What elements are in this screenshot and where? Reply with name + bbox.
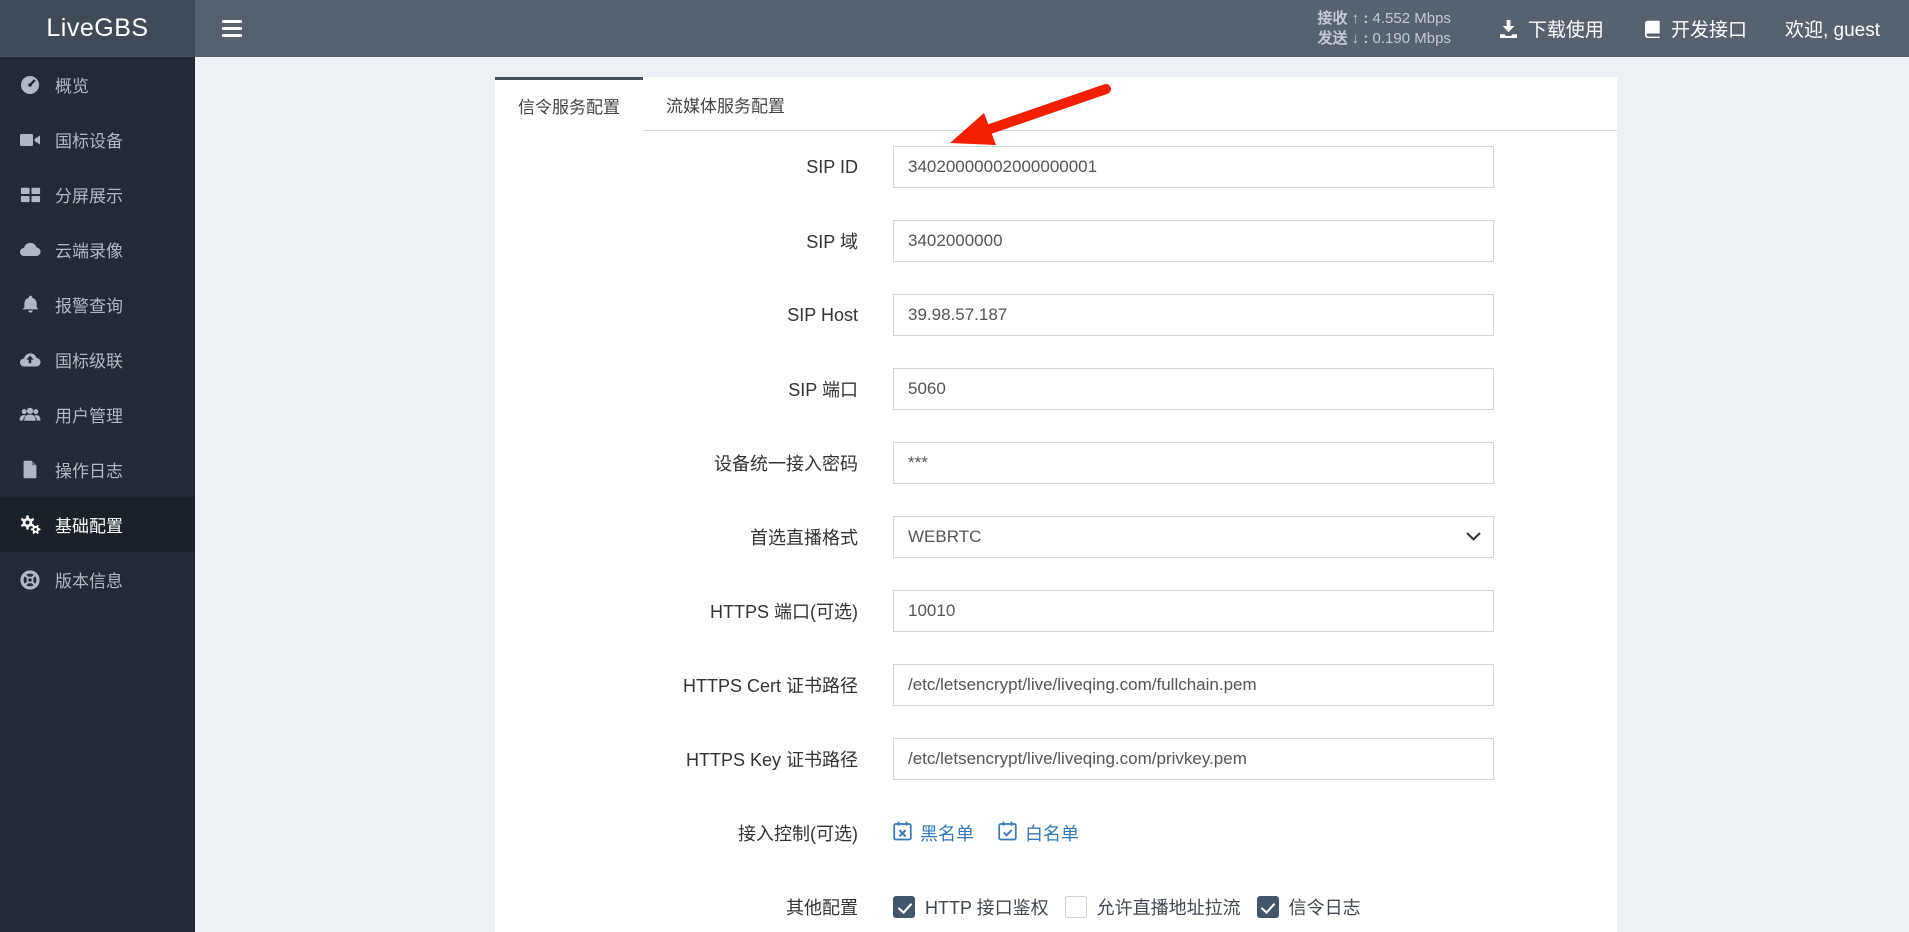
- form-row-sip-port: SIP 端口: [495, 368, 1617, 410]
- form-row-sip-domain: SIP 域: [495, 220, 1617, 262]
- form-row-sip-host: SIP Host: [495, 294, 1617, 336]
- download-rate-label: 发送 ↓ :: [1317, 29, 1369, 47]
- checkbox-label: 信令日志: [1288, 898, 1361, 918]
- upload-rate-value: 4.552 Mbps: [1372, 9, 1451, 27]
- sip-id-input[interactable]: [893, 146, 1494, 188]
- config-tabs: 信令服务配置 流媒体服务配置: [495, 77, 1617, 131]
- app-logo[interactable]: LiveGBS: [0, 0, 195, 57]
- sidebar-item-overview[interactable]: 概览: [0, 57, 195, 112]
- checkbox-group-signaling-log: 信令日志: [1256, 894, 1361, 920]
- sidebar-item-gb-devices[interactable]: 国标设备: [0, 112, 195, 167]
- signaling-log-checkbox[interactable]: [1256, 896, 1279, 918]
- sidebar-item-split-screen[interactable]: 分屏展示: [0, 167, 195, 222]
- api-docs-menu-item[interactable]: 开发接口: [1623, 0, 1766, 57]
- sidebar-item-basic-config[interactable]: 基础配置: [0, 497, 195, 552]
- device-access-password-input[interactable]: [893, 442, 1494, 484]
- sip-domain-input[interactable]: [893, 220, 1494, 262]
- users-icon: [17, 403, 43, 427]
- gears-icon: [17, 513, 43, 537]
- sidebar-menu: 概览 国标设备 分屏展示 云端录像 报警查询 国标级联 用户管理 操作日志 基础…: [0, 57, 195, 932]
- bell-icon: [17, 293, 43, 317]
- field-label: SIP 端口: [788, 380, 858, 400]
- form-row-access-control: 接入控制(可选) 黑名单 白名单: [495, 812, 1617, 854]
- form-row-sip-id: SIP ID: [495, 146, 1617, 188]
- whitelist-link[interactable]: 白名单: [998, 820, 1079, 846]
- sip-port-input[interactable]: [893, 368, 1494, 410]
- user-welcome-menu[interactable]: 欢迎, guest: [1766, 0, 1899, 57]
- field-label: 接入控制(可选): [738, 824, 858, 844]
- field-label: 首选直播格式: [750, 528, 858, 548]
- config-card: 信令服务配置 流媒体服务配置 SIP ID SIP 域 SIP Host SIP…: [495, 77, 1617, 932]
- download-icon: [1498, 18, 1519, 39]
- upload-rate-label: 接收 ↑ :: [1317, 9, 1369, 27]
- sidebar-item-operation-log[interactable]: 操作日志: [0, 442, 195, 497]
- sip-host-input[interactable]: [893, 294, 1494, 336]
- checkbox-label: 允许直播地址拉流: [1096, 898, 1241, 918]
- gauge-icon: [17, 73, 43, 97]
- download-rate-value: 0.190 Mbps: [1372, 29, 1451, 47]
- download-menu-item[interactable]: 下载使用: [1479, 0, 1623, 57]
- https-cert-path-input[interactable]: [893, 664, 1494, 706]
- file-icon: [17, 458, 43, 482]
- sidebar-item-version-info[interactable]: 版本信息: [0, 552, 195, 607]
- sidebar-item-user-management[interactable]: 用户管理: [0, 387, 195, 442]
- allow-live-pull-checkbox[interactable]: [1064, 896, 1087, 918]
- field-label: SIP Host: [787, 304, 858, 325]
- cloud-upload-icon: [17, 348, 43, 372]
- form-row-other-config: 其他配置 HTTP 接口鉴权 允许直播地址拉流 信令日志: [495, 886, 1617, 928]
- tab-signaling-config[interactable]: 信令服务配置: [495, 77, 643, 131]
- field-label: 设备统一接入密码: [714, 454, 858, 474]
- signaling-config-form: SIP ID SIP 域 SIP Host SIP 端口 设备统一接入密码 首选: [495, 131, 1617, 928]
- blacklist-link[interactable]: 黑名单: [893, 820, 974, 846]
- field-label: HTTPS 端口(可选): [710, 602, 858, 622]
- field-label: HTTPS Cert 证书路径: [682, 676, 858, 696]
- https-port-input[interactable]: [893, 590, 1494, 632]
- form-row-live-format: 首选直播格式: [495, 516, 1617, 558]
- book-icon: [1642, 18, 1662, 39]
- main-content-area: 信令服务配置 流媒体服务配置 SIP ID SIP 域 SIP Host SIP…: [195, 57, 1909, 932]
- field-label: 其他配置: [786, 898, 858, 918]
- field-label: SIP ID: [806, 156, 858, 177]
- hamburger-icon: [222, 20, 242, 24]
- top-navbar: LiveGBS 接收 ↑ : 4.552 Mbps 发送 ↓ : 0.190 M…: [0, 0, 1909, 57]
- field-label: HTTPS Key 证书路径: [685, 750, 858, 770]
- sidebar-item-alarm-query[interactable]: 报警查询: [0, 277, 195, 332]
- video-camera-icon: [17, 128, 43, 152]
- cloud-icon: [17, 238, 43, 262]
- form-row-device-password: 设备统一接入密码: [495, 442, 1617, 484]
- field-label: SIP 域: [806, 232, 858, 252]
- form-row-https-port: HTTPS 端口(可选): [495, 590, 1617, 632]
- network-stats: 接收 ↑ : 4.552 Mbps 发送 ↓ : 0.190 Mbps: [1318, 9, 1451, 49]
- tab-media-config[interactable]: 流媒体服务配置: [643, 77, 808, 131]
- sidebar-item-gb-cascade[interactable]: 国标级联: [0, 332, 195, 387]
- checkbox-label: HTTP 接口鉴权: [925, 898, 1049, 918]
- form-row-https-key: HTTPS Key 证书路径: [495, 738, 1617, 780]
- checkbox-group-http-auth: HTTP 接口鉴权: [893, 894, 1049, 920]
- calendar-times-icon: [893, 821, 912, 846]
- calendar-check-icon: [998, 821, 1017, 846]
- grid-icon: [17, 183, 43, 207]
- sidebar-toggle-button[interactable]: [210, 0, 254, 57]
- checkbox-group-allow-pull: 允许直播地址拉流: [1064, 894, 1241, 920]
- https-key-path-input[interactable]: [893, 738, 1494, 780]
- form-row-https-cert: HTTPS Cert 证书路径: [495, 664, 1617, 706]
- sidebar-item-cloud-recording[interactable]: 云端录像: [0, 222, 195, 277]
- http-auth-checkbox[interactable]: [893, 896, 915, 918]
- preferred-live-format-select[interactable]: [893, 516, 1494, 558]
- life-ring-icon: [17, 568, 43, 592]
